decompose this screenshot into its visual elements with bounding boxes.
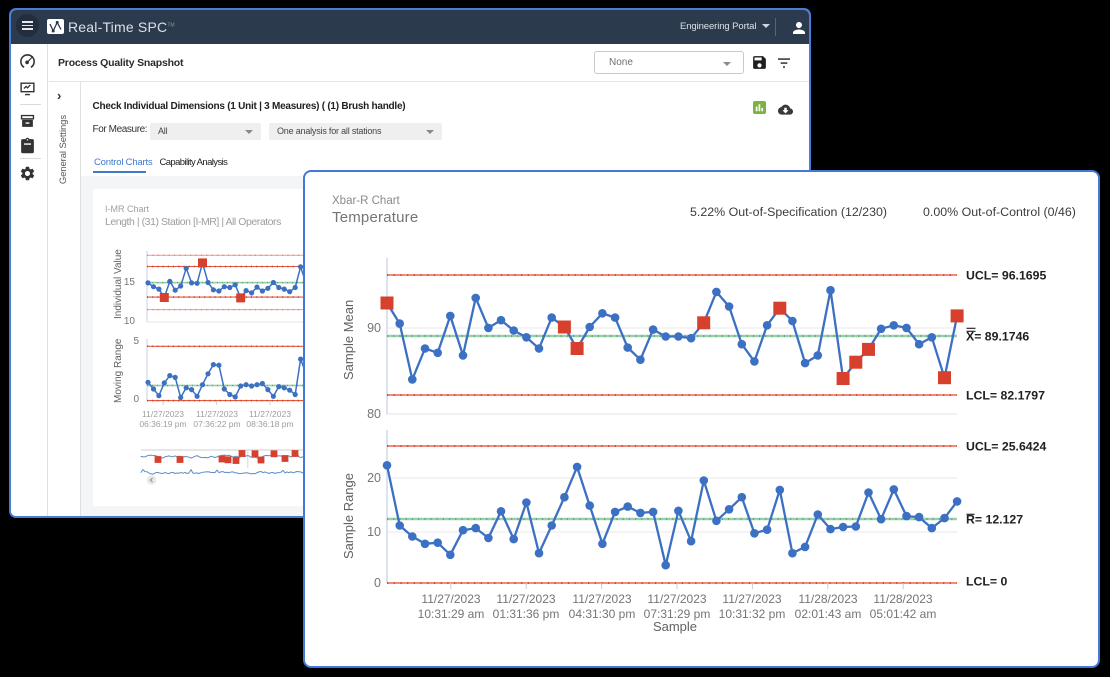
svg-text:UCL= 96.1695: UCL= 96.1695 (966, 269, 1046, 283)
svg-text:R= 12.127: R= 12.127 (966, 513, 1023, 527)
svg-text:UCL= 25.6424: UCL= 25.6424 (966, 440, 1046, 454)
svg-text:LCL= 0: LCL= 0 (966, 575, 1008, 589)
svg-text:X= 89.1746: X= 89.1746 (966, 330, 1029, 344)
svg-text:LCL= 82.1797: LCL= 82.1797 (966, 389, 1045, 403)
